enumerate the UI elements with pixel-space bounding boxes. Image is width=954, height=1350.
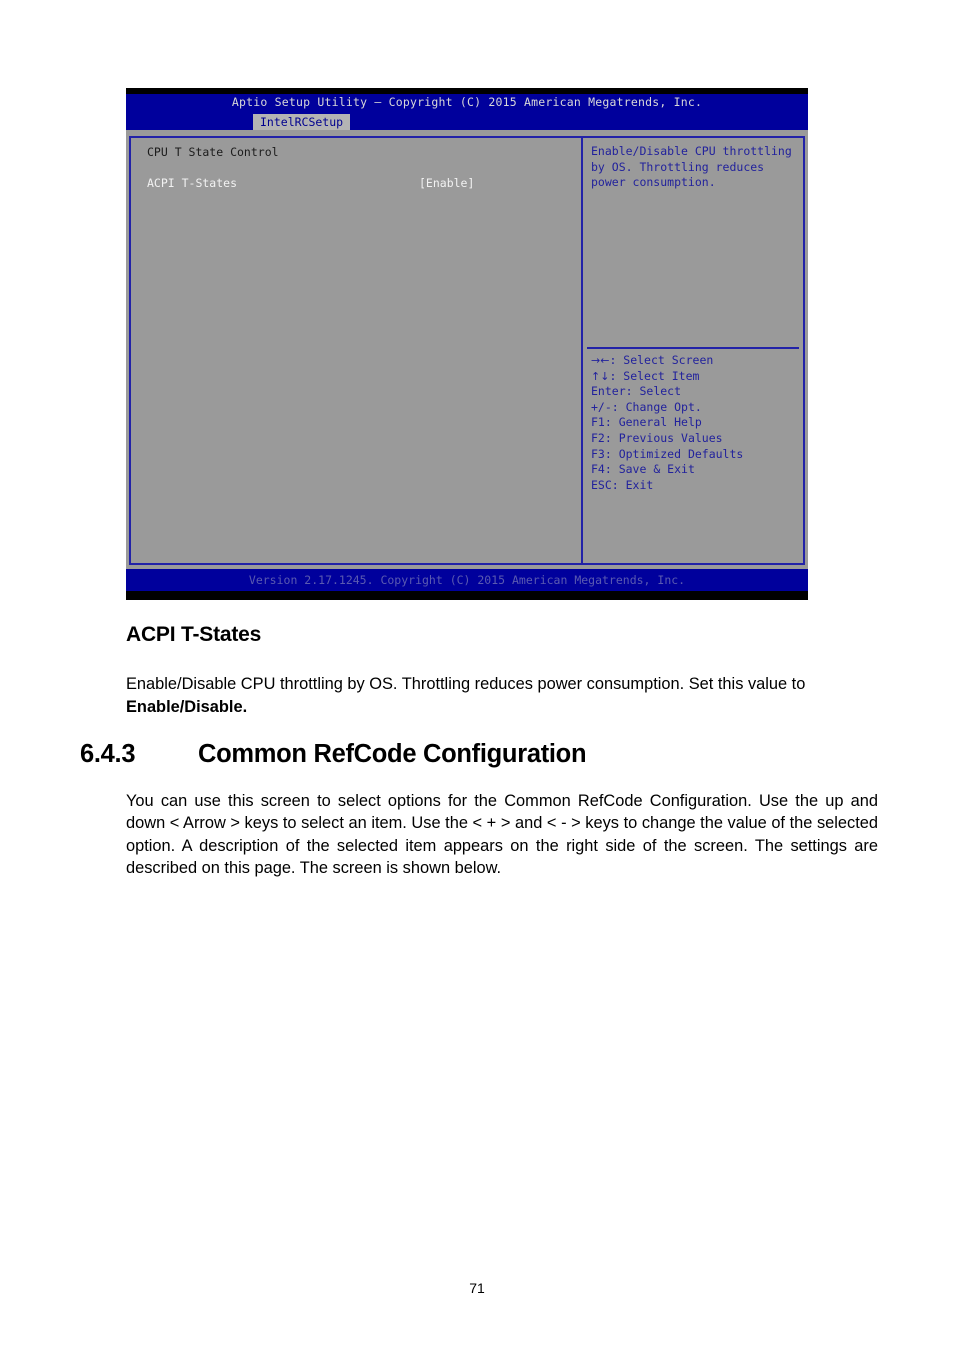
paragraph-common-refcode: You can use this screen to select option…	[126, 792, 878, 877]
bios-legend-separator	[587, 347, 799, 349]
legend-item-select-item: ↑↓: Select Item	[591, 369, 806, 385]
section-title: Common RefCode Configuration	[198, 740, 587, 768]
legend-key-esc: ESC	[591, 477, 612, 492]
bios-key-legend: →←: Select Screen ↑↓: Select Item Enter:…	[591, 353, 806, 493]
legend-action-enter: : Select	[625, 384, 682, 399]
section-heading-6-4-3: 6.4.3 Common RefCode Configuration	[80, 740, 587, 769]
legend-item-esc: ESC: Exit	[591, 478, 806, 494]
legend-item-change-opt: +/-: Change Opt.	[591, 400, 806, 416]
legend-action-f3: : Optimized Defaults	[604, 446, 744, 461]
bios-left-panel: CPU T State Control ACPI T-States [Enabl…	[131, 138, 581, 563]
legend-key-enter: Enter	[591, 384, 626, 399]
legend-action-f4: : Save & Exit	[604, 462, 695, 477]
legend-item-f4: F4: Save & Exit	[591, 462, 806, 478]
option-value-acpi-t-states[interactable]: [Enable]	[419, 176, 474, 190]
section-number: 6.4.3	[80, 740, 136, 768]
paragraph-acpi-lead: Enable/Disable CPU throttling by OS. Thr…	[126, 675, 806, 693]
bios-bottom-black-strip	[126, 591, 808, 600]
legend-action-select-screen: : Select Screen	[609, 353, 714, 367]
bios-setup-screenshot: Aptio Setup Utility – Copyright (C) 2015…	[126, 88, 808, 600]
legend-action-change-opt: : Change Opt.	[611, 399, 702, 414]
legend-action-f1: : General Help	[604, 415, 702, 430]
paragraph-acpi-bold-value: Enable/Disable.	[126, 698, 248, 716]
arrow-up-down-icon: ↑↓	[591, 369, 610, 383]
legend-item-f1: F1: General Help	[591, 415, 806, 431]
legend-key-f3: F3	[591, 446, 605, 461]
bios-version-text: Version 2.17.1245. Copyright (C) 2015 Am…	[248, 573, 686, 587]
help-text: Enable/Disable CPU throttling by OS. Thr…	[591, 144, 792, 190]
option-label-acpi-t-states: ACPI T-States	[147, 176, 238, 190]
legend-key-f2: F2	[591, 430, 605, 445]
legend-action-select-item: : Select Item	[609, 368, 700, 383]
legend-action-esc: : Exit	[611, 477, 654, 492]
legend-action-f2: : Previous Values	[604, 430, 723, 445]
paragraph-acpi-t-states: Enable/Disable CPU throttling by OS. Thr…	[126, 673, 878, 719]
legend-key-f4: F4	[591, 462, 605, 477]
legend-item-f2: F2: Previous Values	[591, 431, 806, 447]
cpu-t-state-control-heading: CPU T State Control	[147, 145, 279, 159]
subheading-acpi-t-states: ACPI T-States	[126, 623, 262, 646]
arrow-left-right-icon: →←	[591, 354, 610, 367]
legend-item-enter: Enter: Select	[591, 384, 806, 400]
bios-right-panel: Enable/Disable CPU throttling by OS. Thr…	[583, 138, 803, 563]
bios-title-text: Aptio Setup Utility – Copyright (C) 2015…	[231, 95, 703, 109]
legend-key-plus-minus: +/-	[591, 399, 612, 414]
bios-tab-strip	[126, 114, 808, 130]
tab-intelrcsetup[interactable]: IntelRCSetup	[253, 114, 351, 130]
legend-item-f3: F3: Optimized Defaults	[591, 447, 806, 463]
option-row-acpi-t-states[interactable]: ACPI T-States [Enable]	[147, 176, 567, 190]
page-number: 71	[469, 1280, 485, 1296]
legend-item-select-screen: →←: Select Screen	[591, 353, 806, 369]
legend-key-f1: F1	[591, 415, 605, 430]
bios-content-frame: CPU T State Control ACPI T-States [Enabl…	[129, 136, 805, 565]
